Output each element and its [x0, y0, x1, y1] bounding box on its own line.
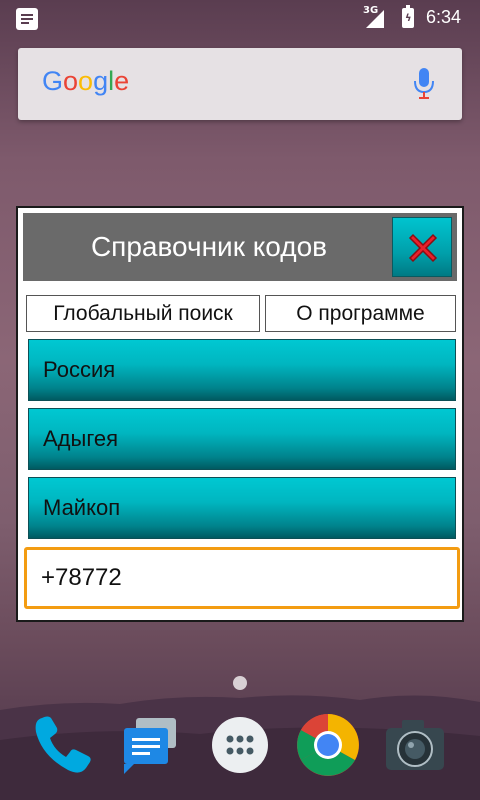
- camera-icon[interactable]: [382, 712, 448, 778]
- about-button[interactable]: О программе: [265, 295, 456, 332]
- notification-icon: [16, 8, 38, 30]
- google-logo-letter: e: [114, 66, 130, 96]
- page-indicator: [233, 676, 247, 690]
- phone-icon[interactable]: [30, 712, 96, 778]
- google-logo-letter: o: [63, 66, 79, 96]
- google-logo-letter: o: [78, 66, 94, 96]
- battery-charging-icon: ϟ: [402, 5, 414, 28]
- dialog-title: Справочник кодов: [90, 231, 328, 262]
- close-icon: [408, 233, 438, 263]
- phone-code-field[interactable]: +78772: [24, 547, 460, 609]
- google-logo: Google: [42, 66, 129, 97]
- google-search-bar[interactable]: Google: [18, 48, 462, 120]
- close-button[interactable]: [392, 217, 452, 277]
- global-search-button[interactable]: Глобальный поиск: [26, 295, 260, 332]
- code-directory-dialog: Справочник кодов Глобальный поиск О прог…: [16, 206, 464, 622]
- dialog-title-bar: Справочник кодов: [23, 213, 457, 281]
- city-button[interactable]: Майкоп: [28, 477, 456, 539]
- mic-icon[interactable]: [414, 68, 434, 100]
- status-bar: 3G ϟ 6:34: [0, 0, 480, 36]
- signal-icon: [366, 10, 384, 28]
- messaging-icon[interactable]: [118, 712, 184, 778]
- google-logo-letter: g: [93, 66, 109, 96]
- country-button[interactable]: Россия: [28, 339, 456, 401]
- clock: 6:34: [426, 7, 462, 27]
- region-button[interactable]: Адыгея: [28, 408, 456, 470]
- chrome-icon[interactable]: [295, 712, 361, 778]
- app-drawer-icon[interactable]: [207, 712, 273, 778]
- google-logo-letter: G: [42, 66, 64, 96]
